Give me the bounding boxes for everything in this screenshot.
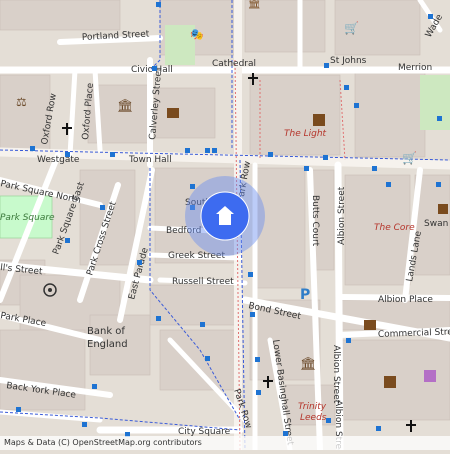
bus-stop-icon [156, 2, 161, 7]
bus-stop-icon [304, 166, 309, 171]
the-light-label: The Light [284, 129, 327, 139]
courthouse-icon: ⚖ [16, 95, 27, 109]
bus-stop-icon [323, 155, 328, 160]
bus-stop-icon [205, 148, 210, 153]
the-core-label: The Core [374, 223, 415, 233]
street-label-swan: Swan [424, 219, 448, 229]
bus-stop-icon [436, 182, 441, 187]
bus-stop-icon [255, 357, 260, 362]
cinema-icon [313, 114, 325, 126]
bus-stop-icon [268, 152, 273, 157]
bus-stop-icon [372, 166, 377, 171]
street-label-albion-mid: Albion Street [331, 345, 341, 404]
bus-stop-icon [185, 148, 190, 153]
street-label-albion-place: Albion Place [378, 295, 433, 305]
bus-stop-icon [376, 426, 381, 431]
bus-stop-icon [190, 184, 195, 189]
bus-stop-icon [248, 272, 253, 277]
bus-stop-icon [205, 356, 210, 361]
bus-stop-icon [30, 146, 35, 151]
theatre-icon: 🎭 [190, 28, 204, 41]
bus-stop-icon [346, 338, 351, 343]
shop-icon: 🛒 [402, 151, 417, 165]
trinity-label-1: Trinity [298, 402, 327, 412]
parking-icon: P [300, 287, 310, 303]
museum-icon: 🏛 [248, 0, 261, 10]
bus-stop-icon [256, 390, 261, 395]
street-label-butts-court: Butts Court [310, 195, 320, 247]
bus-stop-icon [437, 116, 442, 121]
street-label-st-johns: St Johns [330, 56, 367, 66]
bus-stop-icon [92, 384, 97, 389]
trinity-label-2: Leeds [300, 413, 327, 423]
bus-stop-icon [354, 103, 359, 108]
bus-stop-icon [250, 312, 255, 317]
bank-of-england-label-2: England [87, 339, 128, 350]
bus-stop-icon [428, 14, 433, 19]
map-attribution: Maps & Data (C) OpenStreetMap.org contri… [0, 436, 450, 450]
gift-shop-icon [424, 370, 436, 382]
shop-icon: 🛒 [344, 21, 359, 35]
bank-of-england-label-1: Bank of [87, 326, 125, 337]
street-label-merrion: Merrion [398, 63, 432, 73]
bookshop-icon [364, 320, 376, 330]
bus-stop-icon [152, 66, 157, 71]
bus-stop-icon [82, 422, 87, 427]
bus-stop-icon [344, 85, 349, 90]
bus-stop-icon [386, 182, 391, 187]
bookshop-icon [438, 204, 448, 214]
bus-stop-icon [100, 205, 105, 210]
street-label-cathedral: Cathedral [212, 59, 256, 69]
museum-icon: 🏛 [300, 356, 317, 372]
cinema-icon [384, 376, 396, 388]
bus-stop-icon [137, 260, 142, 265]
street-label-russell: Russell Street [172, 277, 234, 287]
bus-stop-icon [16, 407, 21, 412]
map-view[interactable]: Portland Street Civic Hall Cathedral St … [0, 0, 450, 454]
museum-icon: 🏛 [117, 98, 134, 114]
bus-stop-icon [200, 322, 205, 327]
bus-stop-icon [65, 152, 70, 157]
bus-stop-icon [326, 418, 331, 423]
bus-stop-icon [212, 148, 217, 153]
street-label-civic-hall: Civic Hall [131, 65, 173, 75]
bus-stop-icon [110, 152, 115, 157]
library-icon [167, 108, 179, 118]
street-label-westgate: Westgate [37, 155, 80, 165]
map-canvas[interactable]: Portland Street Civic Hall Cathedral St … [0, 0, 450, 454]
bus-stop-icon [65, 238, 70, 243]
bus-stop-icon [324, 63, 329, 68]
park-square-label: Park Square [0, 213, 55, 223]
street-label-albion-upper: Albion Street [337, 186, 347, 245]
bus-stop-icon [156, 316, 161, 321]
location-marker[interactable] [185, 176, 265, 256]
street-label-town-hall: Town Hall [128, 155, 172, 165]
green-space [420, 75, 450, 130]
